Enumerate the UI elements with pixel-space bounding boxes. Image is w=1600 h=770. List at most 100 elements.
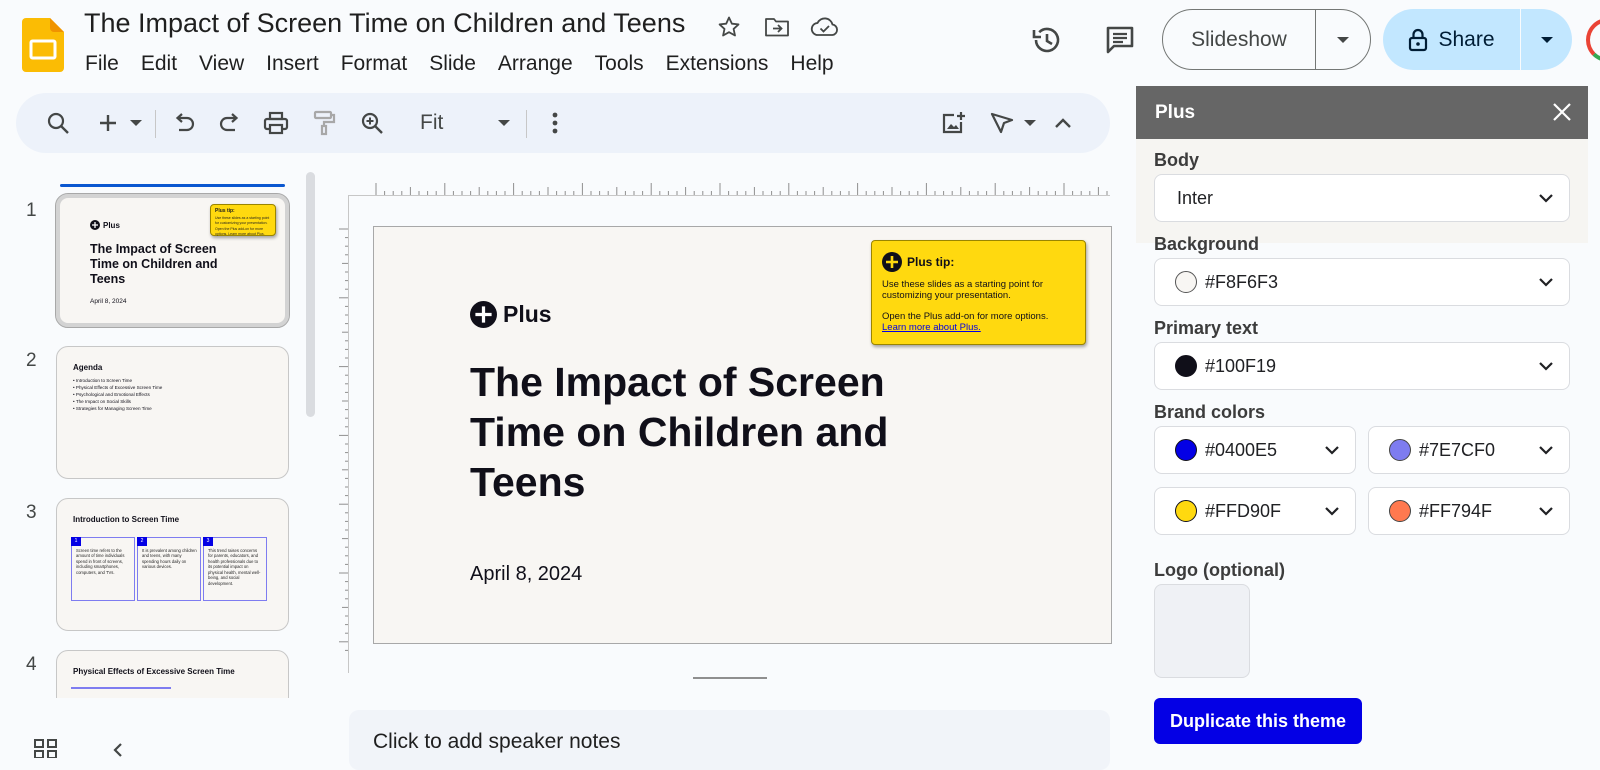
chevron-down-icon xyxy=(1539,278,1553,287)
print-icon[interactable] xyxy=(260,107,292,139)
background-color-select[interactable]: #F8F6F3 xyxy=(1154,258,1570,306)
close-icon[interactable] xyxy=(1552,102,1572,122)
tip-body: Use these slides as a starting point for… xyxy=(882,279,1075,334)
brand-color-select-3[interactable]: #FFD90F xyxy=(1154,487,1356,535)
menu-edit[interactable]: Edit xyxy=(130,50,188,78)
slides-app-icon[interactable] xyxy=(22,18,64,72)
menu-format[interactable]: Format xyxy=(330,50,419,78)
filmstrip-scrollbar[interactable] xyxy=(306,172,315,417)
slide-number: 3 xyxy=(26,502,37,523)
document-title[interactable]: The Impact of Screen Time on Children an… xyxy=(84,8,685,39)
slide-thumbnail-1[interactable]: Plus tip: Use these slides as a starting… xyxy=(55,193,290,328)
duplicate-theme-button[interactable]: Duplicate this theme xyxy=(1154,698,1362,744)
redo-icon[interactable] xyxy=(214,107,246,139)
collapse-filmstrip-icon[interactable] xyxy=(112,742,124,758)
slide-logo-text: Plus xyxy=(503,301,552,327)
logo-upload-box[interactable] xyxy=(1154,584,1250,678)
agenda-item: • Strategies for Managing Screen Time xyxy=(73,406,152,412)
move-folder-icon[interactable] xyxy=(762,12,792,42)
thumb-tip-box: Plus tip: Use these slides as a starting… xyxy=(210,204,276,236)
card-text: This trend raises concerns for parents, … xyxy=(208,548,261,586)
body-font-value: Inter xyxy=(1177,187,1214,208)
chevron-down-icon xyxy=(1539,446,1553,455)
slide-canvas[interactable]: Plus tip: Use these slides as a starting… xyxy=(373,226,1112,644)
menu-extensions[interactable]: Extensions xyxy=(655,50,780,78)
thumb-title: The Impact of Screen Time on Children an… xyxy=(90,242,218,286)
insert-image-icon[interactable] xyxy=(938,107,970,139)
chevron-down-icon xyxy=(1325,507,1339,516)
tip-link[interactable]: Learn more about Plus. xyxy=(882,322,1075,334)
notes-resize-handle[interactable] xyxy=(693,677,767,679)
cloud-saved-icon[interactable] xyxy=(810,12,840,42)
body-font-select[interactable]: Inter xyxy=(1154,174,1570,222)
chevron-down-icon xyxy=(1539,362,1553,371)
slide-thumbnail-4[interactable]: Physical Effects of Excessive Screen Tim… xyxy=(56,650,289,698)
brand-color-select-4[interactable]: #FF794F xyxy=(1368,487,1570,535)
menu-slide[interactable]: Slide xyxy=(418,50,487,78)
comments-icon[interactable] xyxy=(1098,18,1142,62)
panel-header: Plus xyxy=(1136,86,1588,139)
paint-format-icon[interactable] xyxy=(308,107,340,139)
slide-thumbnail-3[interactable]: Introduction to Screen Time 1 Screen tim… xyxy=(56,498,289,631)
chevron-down-icon xyxy=(1325,446,1339,455)
brand-color-select-1[interactable]: #0400E5 xyxy=(1154,426,1356,474)
zoom-icon[interactable] xyxy=(356,107,388,139)
plus-logo-icon xyxy=(470,301,497,328)
lock-icon xyxy=(1409,28,1428,51)
collapse-menus-icon[interactable] xyxy=(1048,107,1078,139)
zoom-dropdown-icon[interactable] xyxy=(494,107,514,139)
plus-addon-panel: Plus Body Inter Background #F8F6F3 Prima… xyxy=(1136,86,1588,758)
toolbar-divider xyxy=(155,110,156,138)
card-number: 2 xyxy=(137,537,147,546)
slide-date[interactable]: April 8, 2024 xyxy=(470,563,582,586)
speaker-notes[interactable]: Click to add speaker notes xyxy=(349,710,1110,770)
primary-text-color-select[interactable]: #100F19 xyxy=(1154,342,1570,390)
undo-icon[interactable] xyxy=(168,107,200,139)
share-dropdown-icon[interactable] xyxy=(1521,9,1572,70)
more-options-icon[interactable] xyxy=(540,107,570,139)
thumb-title: Introduction to Screen Time xyxy=(73,515,180,524)
color-swatch xyxy=(1175,355,1197,377)
share-button[interactable]: Share xyxy=(1383,9,1572,70)
menu-view[interactable]: View xyxy=(188,50,255,78)
search-menus-icon[interactable] xyxy=(42,107,74,139)
brand-color-select-2[interactable]: #7E7CF0 xyxy=(1368,426,1570,474)
canvas-edge xyxy=(348,195,349,673)
color-swatch xyxy=(1175,439,1197,461)
menu-arrange[interactable]: Arrange xyxy=(487,50,584,78)
horizontal-ruler[interactable] xyxy=(348,177,1110,197)
zoom-select[interactable]: Fit xyxy=(420,107,443,139)
vertical-ruler[interactable] xyxy=(335,225,349,661)
thumb-tip-body: Use these slides as a starting point for… xyxy=(215,216,270,225)
slideshow-button[interactable]: Slideshow xyxy=(1162,9,1371,70)
select-dropdown-icon[interactable] xyxy=(1020,107,1040,139)
slide-filmstrip: 1 Plus tip: Use these slides as a starti… xyxy=(0,170,320,698)
slide-title[interactable]: The Impact of Screen Time on Children an… xyxy=(470,357,888,507)
thumb-agenda-list: • Introduction to Screen Time • Physical… xyxy=(73,377,162,413)
plus-tip-box[interactable]: Plus tip: Use these slides as a starting… xyxy=(871,240,1086,345)
menu-tools[interactable]: Tools xyxy=(584,50,655,78)
share-main[interactable]: Share xyxy=(1383,9,1521,70)
menu-file[interactable]: File xyxy=(74,50,130,78)
thumb-card: 1 Screen time refers to the amount of ti… xyxy=(71,537,135,601)
slide-thumbnail-2[interactable]: Agenda • Introduction to Screen Time • P… xyxy=(56,346,289,479)
toolbar: Fit xyxy=(16,93,1110,153)
new-slide-icon[interactable] xyxy=(94,107,122,139)
brand-color-value: #0400E5 xyxy=(1205,439,1278,460)
background-label: Background xyxy=(1154,234,1260,254)
new-slide-dropdown-icon[interactable] xyxy=(126,107,146,139)
slideshow-label[interactable]: Slideshow xyxy=(1163,10,1316,69)
version-history-icon[interactable] xyxy=(1025,18,1069,62)
slideshow-dropdown-icon[interactable] xyxy=(1316,10,1370,69)
canvas-edge xyxy=(348,195,1110,196)
speaker-notes-placeholder: Click to add speaker notes xyxy=(373,730,621,753)
grid-view-icon[interactable] xyxy=(34,738,58,758)
account-avatar[interactable] xyxy=(1586,18,1600,62)
selection-indicator xyxy=(60,184,285,187)
panel-title: Plus xyxy=(1155,102,1196,123)
menu-help[interactable]: Help xyxy=(779,50,844,78)
select-arrow-icon[interactable] xyxy=(986,107,1018,139)
menu-insert[interactable]: Insert xyxy=(255,50,330,78)
star-icon[interactable] xyxy=(714,12,744,42)
color-swatch xyxy=(1175,271,1197,293)
